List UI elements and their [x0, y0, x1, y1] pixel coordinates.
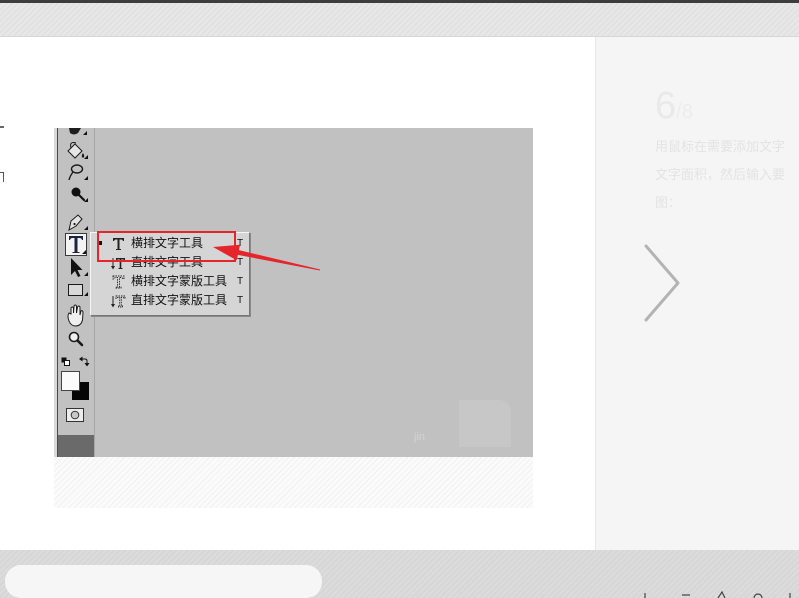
- step-line: 图：: [655, 196, 682, 211]
- menu-item-label: 直排文字蒙版工具: [131, 293, 228, 307]
- path-selection-icon: [71, 258, 88, 277]
- color-swatches-icon: [61, 371, 89, 400]
- slideshow-viewer: jin 横排文字工具 T 直排文字工具 T 横排文字蒙版工具 T 直排文字蒙版工…: [0, 0, 799, 598]
- step-line: 文字面积，然后输入要: [655, 168, 786, 183]
- quick-mask-icon: [66, 408, 84, 422]
- slide-current: 6: [655, 85, 677, 127]
- prev-slide-text-fragment: [0, 126, 4, 128]
- top-band: [0, 3, 799, 37]
- next-step-panel: 6/8 用鼠标在需要添加文字 文字面积，然后输入要 图：: [595, 37, 799, 550]
- slide-total: /8: [676, 101, 693, 123]
- hand-icon: [67, 304, 84, 327]
- brush-icon: [69, 128, 87, 135]
- menu-item-vertical-type-mask: 直排文字蒙版工具 T: [91, 291, 249, 310]
- slide-counter: 6/8: [655, 86, 693, 126]
- menu-item-shortcut: T: [237, 295, 244, 306]
- pen-icon: [68, 214, 88, 231]
- red-arrow-icon: [213, 244, 321, 271]
- swap-colors-icon: [79, 356, 90, 367]
- vertical-type-mask-icon: [111, 295, 126, 308]
- next-slide-button[interactable]: [638, 240, 686, 328]
- watermark-logo: [459, 400, 511, 447]
- watermark-text: jin: [414, 431, 426, 443]
- step-description: 用鼠标在需要添加文字 文字面积，然后输入要 图：: [655, 134, 799, 218]
- paint-bucket-icon: [67, 142, 88, 159]
- toolbar-footer: [58, 435, 94, 457]
- rectangle-icon: [68, 284, 88, 296]
- burn-icon: [71, 187, 88, 202]
- default-colors-icon: [61, 357, 70, 366]
- prev-slide-text-fragment: [0, 172, 4, 182]
- bottom-toolbar-icons[interactable]: [630, 590, 799, 598]
- zoom-icon: [68, 331, 84, 347]
- chevron-right-icon: [644, 244, 680, 322]
- step-line: 用鼠标在需要添加文字: [655, 140, 786, 155]
- type-icon: [65, 233, 87, 256]
- image-caption-area: [54, 457, 533, 508]
- bottom-bar-pill[interactable]: [5, 565, 322, 598]
- horizontal-type-mask-icon: [112, 275, 125, 289]
- smudge-icon: [68, 164, 88, 181]
